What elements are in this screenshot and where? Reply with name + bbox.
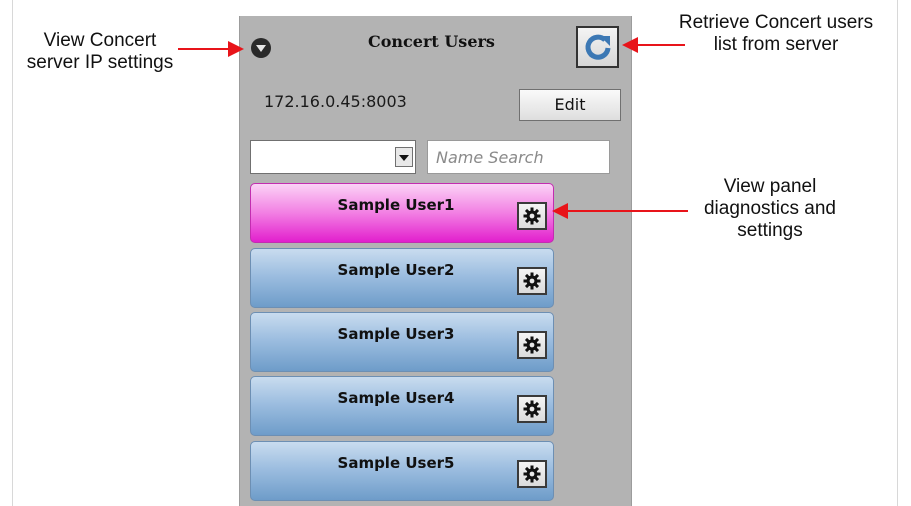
callout-retrieve-line-2: list from server bbox=[713, 34, 839, 55]
gear-icon bbox=[523, 400, 541, 418]
gear-icon bbox=[523, 336, 541, 354]
user-settings-button[interactable] bbox=[517, 395, 547, 423]
user-row-3[interactable]: Sample User3 bbox=[250, 312, 554, 372]
callout-retrieve: Retrieve Concert users list from server bbox=[652, 12, 900, 56]
callout-ip-line-1: View Concert bbox=[43, 30, 157, 51]
callout-ip-settings: View Concert server IP settings bbox=[10, 30, 190, 74]
gear-icon bbox=[523, 207, 541, 225]
user-name: Sample User1 bbox=[337, 196, 455, 214]
user-name: Sample User5 bbox=[337, 454, 455, 472]
filter-dropdown[interactable] bbox=[250, 140, 416, 174]
callout-diag-line-2: diagnostics and bbox=[703, 198, 837, 219]
name-search-input[interactable] bbox=[427, 140, 610, 174]
concert-users-panel: Concert Users 172.16.0.45:8003 Edit Samp… bbox=[239, 16, 632, 506]
user-settings-button[interactable] bbox=[517, 460, 547, 488]
callout-retrieve-line-1: Retrieve Concert users bbox=[678, 12, 874, 33]
panel-title: Concert Users bbox=[368, 32, 495, 51]
edit-button[interactable]: Edit bbox=[519, 89, 621, 121]
server-address: 172.16.0.45:8003 bbox=[264, 92, 407, 111]
refresh-button[interactable] bbox=[576, 26, 619, 68]
user-settings-button[interactable] bbox=[517, 202, 547, 230]
user-row-1[interactable]: Sample User1 bbox=[250, 183, 554, 243]
chevron-down-icon[interactable] bbox=[251, 38, 271, 58]
callout-diag-line-3: settings bbox=[737, 220, 803, 241]
user-row-5[interactable]: Sample User5 bbox=[250, 441, 554, 501]
frame-border-right bbox=[897, 0, 898, 506]
gear-icon bbox=[523, 272, 541, 290]
callout-ip-line-2: server IP settings bbox=[26, 52, 174, 73]
refresh-icon bbox=[585, 34, 611, 60]
user-name: Sample User2 bbox=[337, 261, 455, 279]
user-name: Sample User4 bbox=[337, 389, 455, 407]
user-row-2[interactable]: Sample User2 bbox=[250, 248, 554, 308]
dropdown-arrow-icon[interactable] bbox=[395, 147, 413, 167]
callout-diag-line-1: View panel bbox=[723, 176, 817, 197]
gear-icon bbox=[523, 465, 541, 483]
user-name: Sample User3 bbox=[337, 325, 455, 343]
callout-diagnostics: View panel diagnostics and settings bbox=[690, 176, 850, 242]
user-settings-button[interactable] bbox=[517, 331, 547, 359]
user-row-4[interactable]: Sample User4 bbox=[250, 376, 554, 436]
user-settings-button[interactable] bbox=[517, 267, 547, 295]
frame-border-left bbox=[12, 0, 13, 506]
